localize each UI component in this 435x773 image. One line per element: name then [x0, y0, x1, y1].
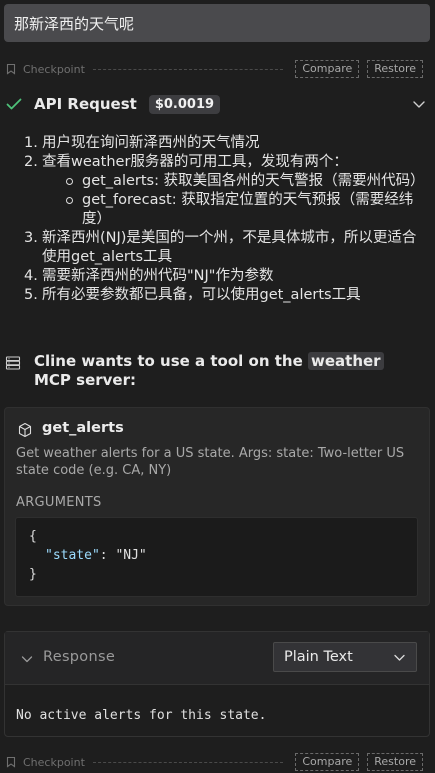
code-line: {: [29, 529, 37, 544]
compare-button[interactable]: Compare: [295, 753, 360, 771]
checkpoint-divider: [92, 68, 284, 70]
bookmark-icon: [5, 63, 17, 75]
list-number: 4.: [24, 268, 38, 284]
tool-card: get_alerts Get weather alerts for a US s…: [4, 407, 430, 606]
cost-badge: $0.0019: [148, 94, 221, 114]
format-select[interactable]: Plain Text: [273, 642, 417, 672]
chevron-down-icon[interactable]: [411, 96, 427, 112]
list-item-text: 查看weather服务器的可用工具，发现有两个：: [42, 154, 348, 170]
checkpoint-label: Checkpoint: [23, 62, 85, 76]
bookmark-icon: [5, 756, 17, 768]
format-select-value: Plain Text: [284, 649, 353, 665]
list-item-text: 需要新泽西州的州代码"NJ"作为参数: [42, 268, 274, 284]
server-icon: [5, 355, 21, 371]
sub-list-item: get_alerts: 获取美国各州的天气警报（需要州代码）: [0, 172, 435, 191]
api-request-title: API Request: [34, 95, 137, 113]
list-item: 1. 用户现在询问新泽西州的天气情况: [0, 134, 435, 153]
response-header[interactable]: Response Plain Text: [5, 632, 429, 685]
list-item: 5. 所有必要参数都已具备，可以使用get_alerts工具: [0, 286, 435, 305]
tool-use-suffix: MCP server:: [34, 371, 136, 389]
list-item-text: 用户现在询问新泽西州的天气情况: [42, 135, 260, 151]
restore-button[interactable]: Restore: [367, 753, 423, 771]
arguments-label: ARGUMENTS: [16, 495, 102, 510]
checkpoint-row: Checkpoint Compare Restore: [0, 58, 435, 80]
restore-button[interactable]: Restore: [367, 60, 423, 78]
list-number: 2.: [24, 154, 38, 170]
checkpoint-row: Checkpoint Compare Restore: [0, 751, 435, 773]
tool-description: Get weather alerts for a US state. Args:…: [16, 446, 405, 478]
compare-button[interactable]: Compare: [295, 60, 360, 78]
list-item: 3. 新泽西州(NJ)是美国的一个州，不是具体城市，所以更适合使用get_ale…: [0, 229, 435, 267]
list-number: 3.: [24, 230, 38, 246]
list-item-text: 所有必要参数都已具备，可以使用get_alerts工具: [42, 287, 361, 303]
list-number: 1.: [24, 135, 38, 151]
check-icon: [5, 95, 23, 113]
checkpoint-label: Checkpoint: [23, 755, 85, 769]
api-request-row[interactable]: API Request $0.0019: [0, 90, 435, 118]
user-message: 那新泽西的天气呢: [4, 4, 430, 42]
json-separator: :: [99, 548, 116, 563]
response-card: Response Plain Text No active alerts for…: [4, 631, 430, 737]
list-number: 5.: [24, 287, 38, 303]
list-item-text: 新泽西州(NJ)是美国的一个州，不是具体城市，所以更适合使用get_alerts…: [42, 230, 417, 265]
arguments-code-block: { "state": "NJ" }: [15, 517, 418, 597]
bullet-icon: [66, 178, 73, 185]
code-line: "state": "NJ": [29, 546, 404, 565]
bullet-icon: [66, 197, 73, 204]
response-label: Response: [43, 649, 116, 665]
sub-list-item-text: get_forecast: 获取指定位置的天气预报（需要经纬度）: [82, 192, 414, 227]
reasoning-list: 1. 用户现在询问新泽西州的天气情况 2. 查看weather服务器的可用工具，…: [0, 134, 435, 305]
response-output: No active alerts for this state.: [16, 708, 267, 723]
tool-name: get_alerts: [42, 420, 124, 436]
sub-list-item: get_forecast: 获取指定位置的天气预报（需要经纬度）: [0, 191, 435, 229]
list-item: 2. 查看weather服务器的可用工具，发现有两个：: [0, 153, 435, 172]
json-key: "state": [45, 548, 100, 563]
server-name: weather: [308, 352, 384, 370]
chevron-down-icon[interactable]: [20, 651, 34, 665]
tool-use-prefix: Cline wants to use a tool on the: [34, 352, 303, 370]
code-line: }: [29, 567, 37, 582]
cube-icon: [17, 422, 33, 438]
list-item: 4. 需要新泽西州的州代码"NJ"作为参数: [0, 267, 435, 286]
json-value: "NJ": [115, 548, 147, 563]
chevron-down-icon: [393, 651, 406, 664]
sub-list-item-text: get_alerts: 获取美国各州的天气警报（需要州代码）: [82, 173, 425, 189]
